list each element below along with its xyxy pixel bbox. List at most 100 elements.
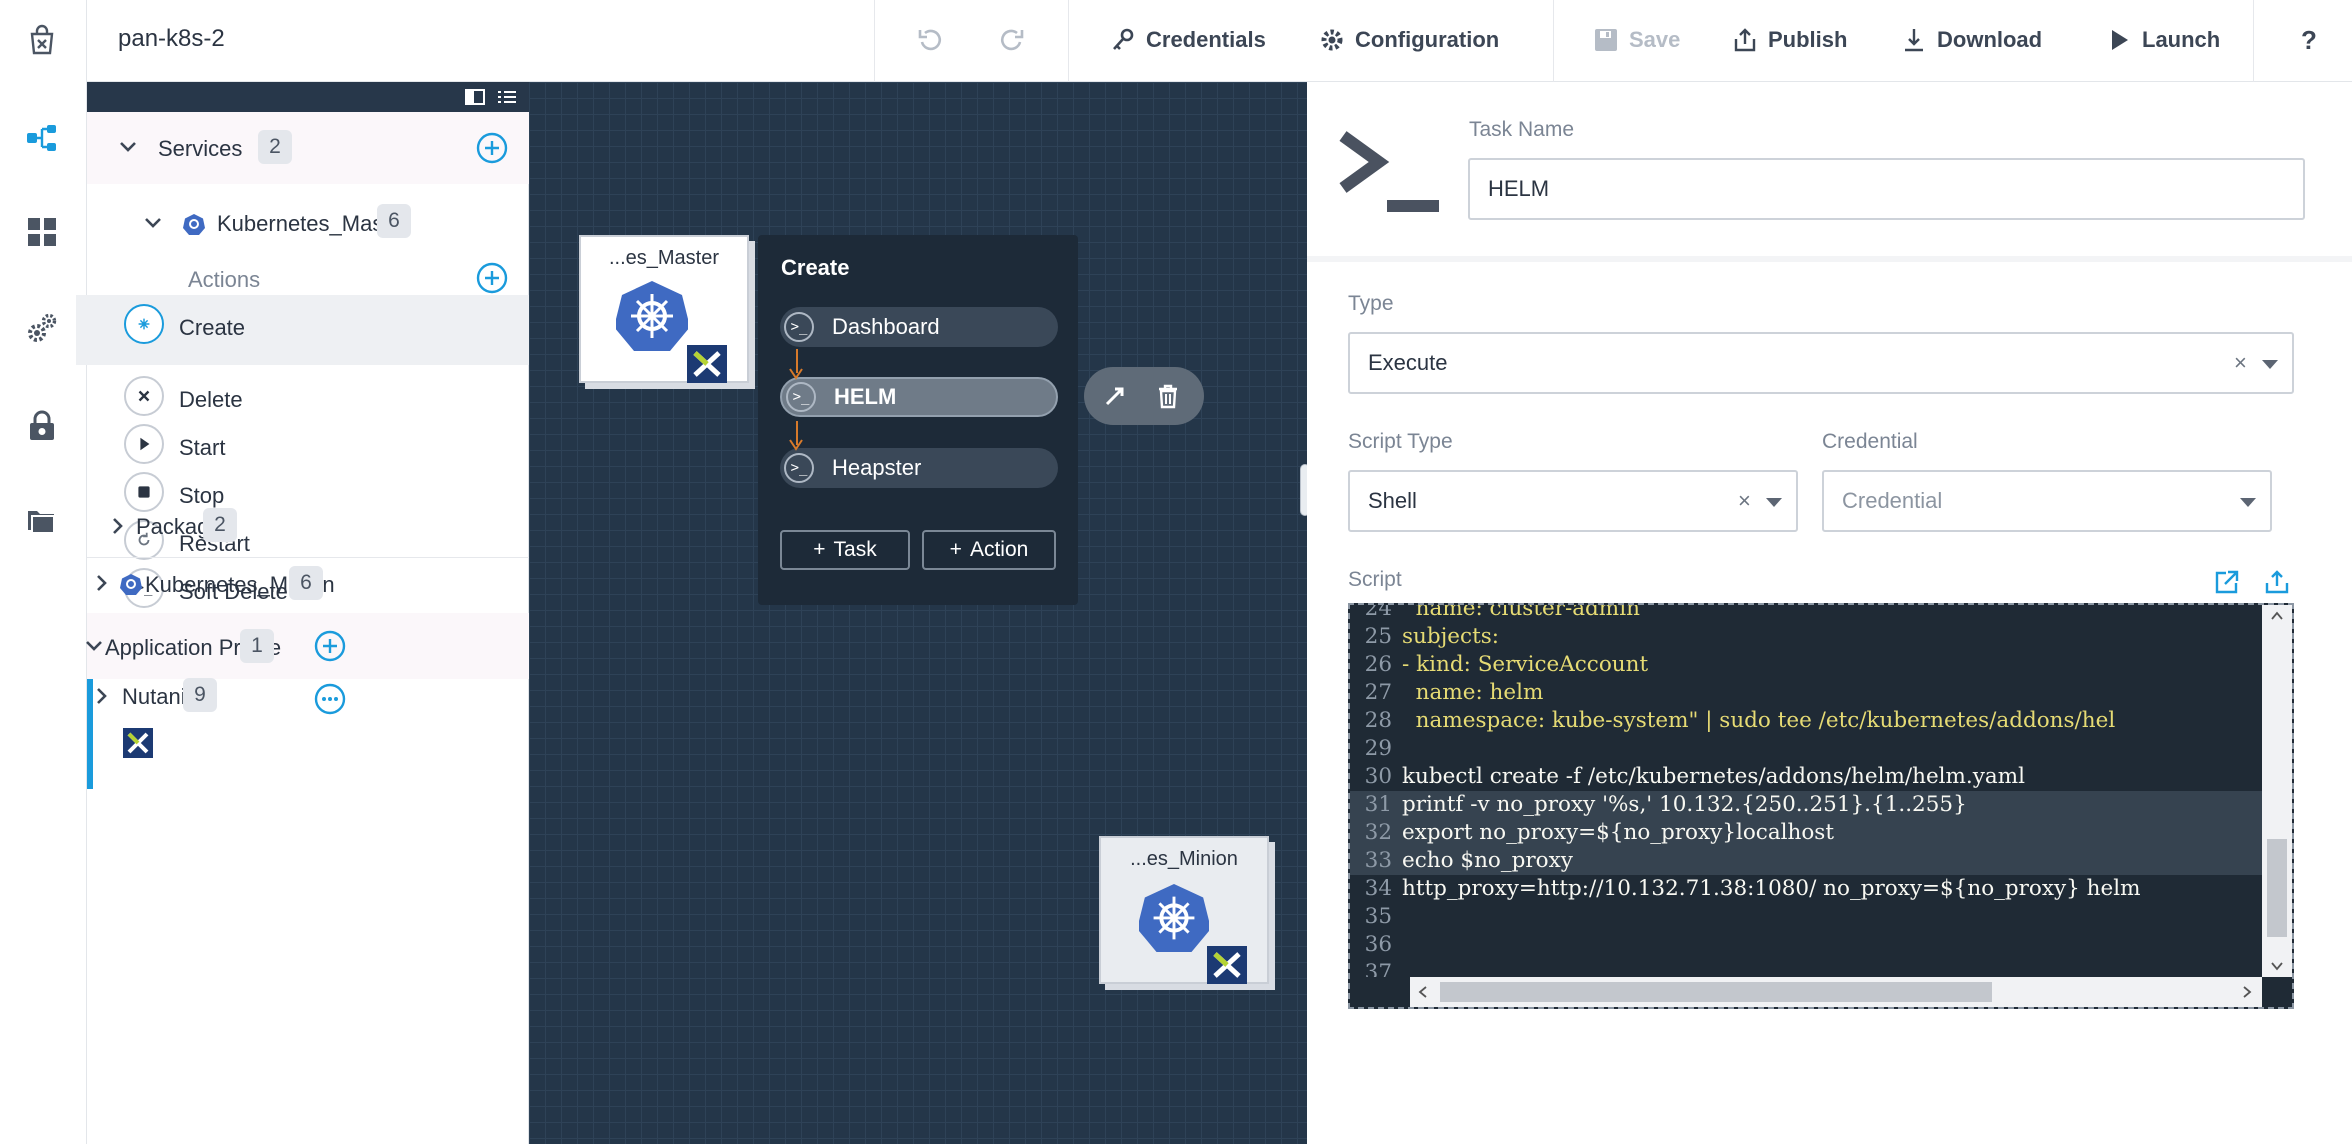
code-line[interactable]: 33 echo $no_proxy bbox=[1350, 847, 2262, 875]
service-node-master[interactable]: ...es_Master bbox=[579, 235, 749, 383]
save-label: Save bbox=[1629, 27, 1681, 52]
lock-settings-icon[interactable] bbox=[22, 406, 62, 446]
chevron-down-icon[interactable] bbox=[2262, 360, 2278, 369]
code-line[interactable]: 37 bbox=[1350, 959, 2262, 977]
marketplace-bag-icon[interactable] bbox=[22, 20, 62, 60]
save-icon bbox=[1595, 29, 1617, 51]
launch-button[interactable]: Launch bbox=[2106, 22, 2220, 58]
shell-task-icon bbox=[1339, 131, 1439, 212]
node-label: ...es_Master bbox=[608, 247, 720, 269]
add-profile-icon[interactable] bbox=[314, 630, 346, 662]
publish-button[interactable]: Publish bbox=[1732, 22, 1847, 58]
add-action-icon[interactable] bbox=[476, 262, 508, 294]
trash-icon[interactable] bbox=[1156, 383, 1180, 409]
nutanix-logo-icon bbox=[1207, 946, 1247, 984]
blueprint-name[interactable]: pan-k8s-2 bbox=[118, 25, 225, 53]
download-button[interactable]: Download bbox=[1901, 22, 2042, 58]
chevron-right-icon[interactable] bbox=[91, 572, 113, 594]
actions-label: Actions bbox=[188, 267, 261, 292]
credentials-button[interactable]: Credentials bbox=[1110, 22, 1266, 58]
scroll-right-icon[interactable] bbox=[2242, 986, 2252, 998]
scroll-left-icon[interactable] bbox=[1418, 986, 1428, 998]
chevron-down-icon[interactable] bbox=[2240, 498, 2256, 507]
task-helm[interactable]: >_ HELM bbox=[780, 377, 1058, 417]
blueprints-icon[interactable] bbox=[22, 118, 62, 158]
top-bar: pan-k8s-2 Credentials Configuration Save… bbox=[87, 0, 2352, 82]
code-line[interactable]: 36 bbox=[1350, 931, 2262, 959]
chevron-down-icon[interactable] bbox=[1766, 498, 1782, 507]
task-heapster[interactable]: >_ Heapster bbox=[780, 448, 1058, 488]
save-button[interactable]: Save bbox=[1593, 22, 1680, 58]
type-select[interactable]: Execute × bbox=[1348, 332, 2294, 394]
script-editor[interactable]: 24 name: cluster-admin 25 subjects: 26- kin… bbox=[1348, 603, 2294, 1009]
scroll-up-icon[interactable] bbox=[2271, 611, 2283, 621]
expand-editor-icon[interactable] bbox=[2214, 569, 2240, 595]
line-number: 24 bbox=[1364, 605, 1392, 621]
clear-icon[interactable]: × bbox=[1738, 488, 1751, 514]
configuration-label: Configuration bbox=[1355, 27, 1500, 52]
play-icon bbox=[124, 424, 164, 464]
configuration-button[interactable]: Configuration bbox=[1319, 22, 1499, 58]
nutanix-count-badge: 9 bbox=[183, 678, 217, 712]
folders-icon[interactable] bbox=[22, 500, 62, 540]
help-button[interactable]: ? bbox=[2301, 22, 2317, 58]
code-line[interactable]: 35 bbox=[1350, 903, 2262, 931]
chevron-down-icon[interactable] bbox=[142, 212, 164, 234]
dashboard-icon[interactable] bbox=[22, 212, 62, 252]
vertical-scroll-thumb[interactable] bbox=[2267, 839, 2287, 937]
code-line[interactable]: 28 namespace: kube-system" | sudo tee /e… bbox=[1350, 707, 2262, 735]
code-line[interactable]: 31 printf -v no_proxy '%s,' 10.132.{250..… bbox=[1350, 791, 2262, 819]
vertical-scrollbar[interactable] bbox=[2262, 605, 2292, 977]
blueprint-canvas[interactable]: ...es_Master Create >_ Dashboard >_ HELM… bbox=[529, 82, 1310, 1144]
node-label: ...es_Minion bbox=[1130, 848, 1238, 870]
more-options-icon[interactable] bbox=[314, 683, 346, 715]
application-profile-header[interactable]: Application Profile 1 bbox=[86, 613, 529, 679]
clear-icon[interactable]: × bbox=[2234, 350, 2247, 376]
task-dashboard[interactable]: >_ Dashboard bbox=[780, 307, 1058, 347]
code-line[interactable]: 32 export no_proxy=${no_proxy}localhost bbox=[1350, 819, 2262, 847]
code-line[interactable]: 25 subjects: bbox=[1350, 623, 2262, 651]
chevron-right-icon[interactable] bbox=[107, 515, 129, 537]
task-label: Heapster bbox=[832, 455, 922, 480]
upload-script-icon[interactable] bbox=[2264, 569, 2290, 595]
code-line[interactable]: 34 http_proxy=http://10.132.71.38:1080/ n… bbox=[1350, 875, 2262, 903]
script-type-select[interactable]: Shell × bbox=[1348, 470, 1798, 532]
chevron-down-icon[interactable] bbox=[83, 635, 105, 657]
action-label: Start bbox=[179, 435, 226, 460]
code-line[interactable]: 24 name: cluster-admin bbox=[1350, 605, 2262, 623]
task-name-input[interactable]: HELM bbox=[1468, 158, 2305, 220]
horizontal-scroll-thumb[interactable] bbox=[1440, 982, 1992, 1002]
connect-arrow-icon[interactable] bbox=[1104, 384, 1130, 408]
script-code[interactable]: 24 name: cluster-admin 25 subjects: 26- kin… bbox=[1350, 605, 2262, 977]
horizontal-scrollbar[interactable] bbox=[1410, 977, 2262, 1007]
code-line[interactable]: 27 name: helm bbox=[1350, 679, 2262, 707]
action-create[interactable]: Create bbox=[76, 295, 529, 365]
line-number: 25 bbox=[1364, 624, 1392, 649]
code-line[interactable]: 29 bbox=[1350, 735, 2262, 763]
code-line[interactable]: 30 kubectl create -f /etc/kubernetes/addo… bbox=[1350, 763, 2262, 791]
add-action-label: Action bbox=[969, 538, 1029, 561]
add-task-button[interactable]: + Task bbox=[780, 530, 910, 570]
service-node-minion[interactable]: ...es_Minion bbox=[1099, 836, 1269, 984]
script-type-value: Shell bbox=[1368, 488, 1417, 513]
panel-layout-icon[interactable] bbox=[465, 89, 485, 105]
add-service-icon[interactable] bbox=[476, 132, 508, 164]
list-view-icon[interactable] bbox=[497, 89, 517, 105]
add-action-button[interactable]: + Action bbox=[922, 530, 1056, 570]
chevron-right-icon[interactable] bbox=[91, 685, 113, 707]
action-popover: Create >_ Dashboard >_ HELM >_ Heapster … bbox=[758, 235, 1078, 605]
publish-icon bbox=[1734, 28, 1756, 52]
section-divider bbox=[87, 557, 529, 558]
launch-label: Launch bbox=[2142, 27, 2221, 52]
services-section-header[interactable]: Services 2 bbox=[87, 112, 529, 184]
scroll-down-icon[interactable] bbox=[2271, 961, 2283, 971]
undo-button[interactable] bbox=[917, 22, 943, 58]
line-text: kubectl create -f /etc/kubernetes/addons… bbox=[1402, 764, 2025, 789]
credential-select[interactable]: Credential bbox=[1822, 470, 2272, 532]
code-line[interactable]: 26 - kind: ServiceAccount bbox=[1350, 651, 2262, 679]
chevron-down-icon[interactable] bbox=[117, 136, 139, 158]
script-label: Script bbox=[1348, 568, 1402, 591]
settings-gears-icon[interactable] bbox=[22, 308, 62, 348]
type-label: Type bbox=[1348, 292, 1394, 315]
redo-button[interactable] bbox=[999, 22, 1025, 58]
